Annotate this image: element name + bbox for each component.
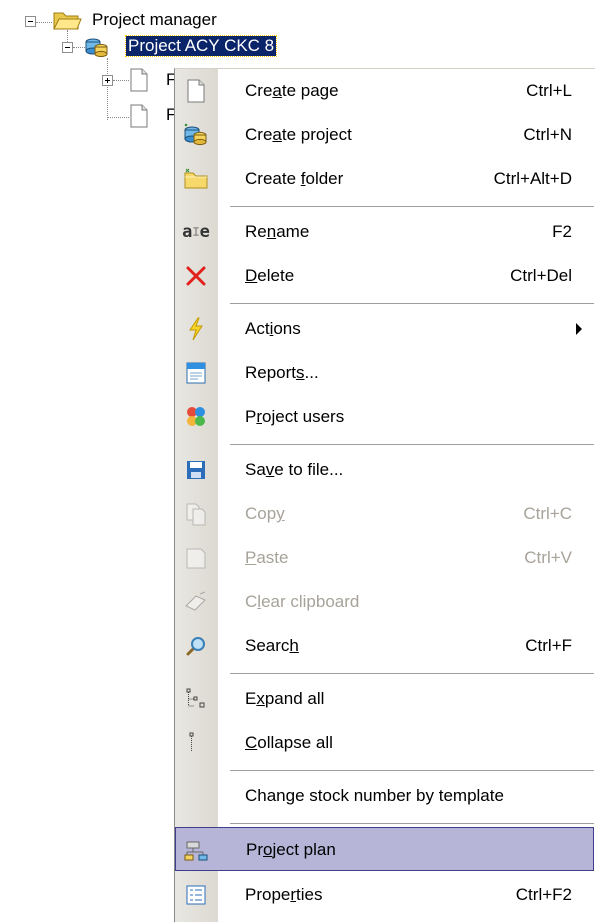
menu-item-reports[interactable]: Reports... [175, 351, 594, 395]
collapse-toggle-project[interactable] [62, 42, 73, 53]
menu-separator [230, 444, 594, 445]
tree-project-label[interactable]: Project ACY CKC 8 [124, 35, 278, 57]
menu-item-save-to-file[interactable]: Save to file... [175, 448, 594, 492]
menu-item-create-folder[interactable]: Create folder Ctrl+Alt+D [175, 157, 594, 201]
paste-icon [183, 545, 209, 571]
menu-item-project-users[interactable]: Project users [175, 395, 594, 439]
menu-separator [230, 303, 594, 304]
properties-icon [183, 882, 209, 908]
eraser-icon [183, 589, 209, 615]
submenu-arrow-icon [576, 323, 582, 335]
delete-icon [183, 263, 209, 289]
menu-item-change-stock-number[interactable]: Change stock number by template [175, 774, 594, 818]
search-icon [183, 633, 209, 659]
shortcut-label: Ctrl+F2 [515, 885, 572, 904]
shortcut-label: Ctrl+N [523, 125, 572, 144]
menu-item-paste[interactable]: Paste Ctrl+V [175, 536, 594, 580]
menu-item-expand-all[interactable]: Expand all [175, 677, 594, 721]
menu-separator [230, 770, 594, 771]
folder-icon [183, 166, 209, 192]
menu-item-clear-clipboard[interactable]: Clear clipboard [175, 580, 594, 624]
context-menu: Create page Ctrl+L Create project Ctrl+N… [174, 68, 595, 922]
shortcut-label: Ctrl+C [523, 504, 572, 523]
project-icon [84, 35, 110, 64]
menu-item-copy[interactable]: Copy Ctrl+C [175, 492, 594, 536]
project-icon [183, 122, 209, 148]
menu-item-project-plan[interactable]: Project plan [175, 827, 594, 871]
project-plan-icon [184, 837, 210, 863]
menu-item-create-page[interactable]: Create page Ctrl+L [175, 69, 594, 113]
shortcut-label: Ctrl+F [525, 636, 572, 655]
shortcut-label: Ctrl+V [524, 548, 572, 567]
menu-item-rename[interactable]: aIe Rename F2 [175, 210, 594, 254]
menu-item-properties[interactable]: Properties Ctrl+F2 [175, 873, 594, 917]
shortcut-label: Ctrl+Alt+D [493, 169, 572, 188]
collapse-toggle-root[interactable] [25, 16, 36, 27]
lightning-icon [183, 316, 209, 342]
menu-item-actions[interactable]: Actions [175, 307, 594, 351]
expand-toggle-child[interactable] [102, 75, 113, 86]
open-folder-icon [52, 8, 82, 37]
shortcut-label: Ctrl+Del [510, 266, 572, 285]
page-icon [129, 104, 149, 133]
shortcut-label: F2 [552, 222, 572, 241]
rename-icon: aIe [182, 222, 210, 242]
menu-item-create-project[interactable]: Create project Ctrl+N [175, 113, 594, 157]
expand-tree-icon [183, 686, 209, 712]
collapse-tree-icon [183, 730, 209, 756]
menu-item-search[interactable]: Search Ctrl+F [175, 624, 594, 668]
page-icon [183, 78, 209, 104]
menu-item-collapse-all[interactable]: Collapse all [175, 721, 594, 765]
copy-icon [183, 501, 209, 527]
shortcut-label: Ctrl+L [526, 81, 572, 100]
menu-separator [230, 673, 594, 674]
menu-separator [230, 823, 594, 824]
tree-root-label[interactable]: Project manager [92, 10, 217, 30]
report-icon [183, 360, 209, 386]
page-icon [129, 68, 149, 97]
menu-separator [230, 206, 594, 207]
users-icon [183, 404, 209, 430]
menu-item-delete[interactable]: Delete Ctrl+Del [175, 254, 594, 298]
save-icon [183, 457, 209, 483]
